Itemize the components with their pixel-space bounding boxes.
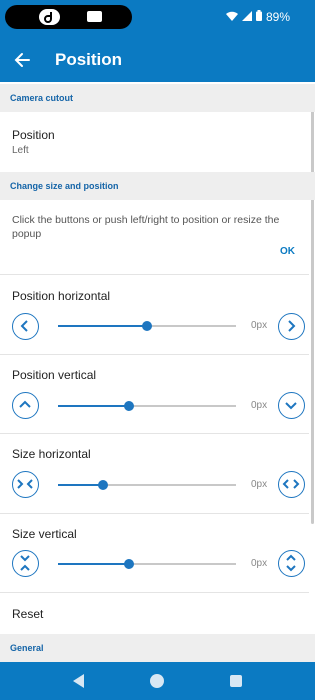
slider-value: 0px	[251, 400, 268, 411]
grow-horizontal-button[interactable]	[278, 471, 305, 498]
slider-title-size-horizontal: Size horizontal	[12, 447, 91, 461]
slider-thumb[interactable]	[124, 401, 135, 411]
section-title: General	[10, 643, 44, 653]
slider-thumb[interactable]	[142, 321, 152, 331]
chevron-down-icon	[285, 402, 297, 410]
section-title: Camera cutout	[10, 93, 74, 103]
status-pill	[5, 5, 132, 29]
section-header-camera-cutout: Camera cutout	[0, 84, 315, 112]
slider-value: 0px	[251, 558, 268, 569]
divider	[0, 433, 309, 434]
shrink-vertical-icon	[20, 555, 30, 571]
chevron-right-icon	[288, 320, 296, 332]
section-header-change-size: Change size and position	[0, 172, 315, 200]
slider-thumb[interactable]	[97, 480, 108, 490]
reset-preference[interactable]: Reset	[0, 593, 309, 633]
status-icons: 89%	[225, 10, 290, 24]
description-text: Click the buttons or push left/right to …	[12, 214, 280, 240]
preference-title: Position	[12, 128, 55, 142]
grow-horizontal-icon	[282, 479, 300, 489]
slider-value: 0px	[251, 320, 268, 331]
signal-icon	[241, 10, 252, 24]
section-title: Change size and position	[10, 181, 119, 191]
nav-recents-icon[interactable]	[230, 675, 242, 687]
wifi-icon	[225, 10, 238, 24]
divider	[0, 513, 309, 514]
shrink-vertical-button[interactable]	[12, 550, 39, 577]
status-bar: 89%	[0, 0, 315, 38]
move-left-button[interactable]	[12, 313, 39, 340]
chevron-up-icon	[19, 400, 31, 408]
ok-button[interactable]: OK	[280, 246, 295, 257]
shrink-horizontal-icon	[17, 479, 33, 489]
slider-position-vertical[interactable]	[58, 401, 236, 411]
slider-position-horizontal[interactable]	[58, 321, 236, 331]
divider	[0, 274, 309, 275]
grow-vertical-icon	[286, 554, 296, 572]
chevron-left-icon	[20, 320, 28, 332]
move-right-button[interactable]	[278, 313, 305, 340]
position-preference[interactable]: Position Left	[0, 112, 309, 170]
reset-label: Reset	[12, 607, 44, 621]
slider-thumb[interactable]	[124, 559, 135, 569]
slider-title-size-vertical: Size vertical	[12, 527, 77, 541]
move-down-button[interactable]	[278, 392, 305, 419]
battery-icon	[255, 10, 262, 24]
notification-icon	[87, 11, 102, 22]
battery-percentage: 89%	[265, 10, 290, 24]
app-notification-icon	[39, 9, 60, 25]
slider-fill	[58, 484, 103, 486]
grow-vertical-button[interactable]	[278, 550, 305, 577]
app-bar: Position	[0, 38, 315, 82]
page-title: Position	[55, 50, 123, 69]
slider-fill	[58, 325, 147, 327]
slider-value: 0px	[251, 479, 268, 490]
section-header-general: General	[0, 634, 315, 662]
slider-fill	[58, 405, 130, 407]
scrollbar[interactable]	[311, 84, 314, 524]
divider	[0, 354, 309, 355]
slider-size-horizontal[interactable]	[58, 480, 236, 490]
back-arrow-icon[interactable]	[12, 49, 34, 71]
shrink-horizontal-button[interactable]	[12, 471, 39, 498]
slider-title-position-horizontal: Position horizontal	[12, 289, 111, 303]
nav-back-icon[interactable]	[73, 674, 84, 688]
nav-home-icon[interactable]	[150, 674, 164, 688]
move-up-button[interactable]	[12, 392, 39, 419]
slider-size-vertical[interactable]	[58, 559, 236, 569]
navigation-bar	[0, 662, 315, 700]
slider-fill	[58, 563, 130, 565]
slider-title-position-vertical: Position vertical	[12, 368, 97, 382]
preference-value: Left	[12, 145, 29, 156]
